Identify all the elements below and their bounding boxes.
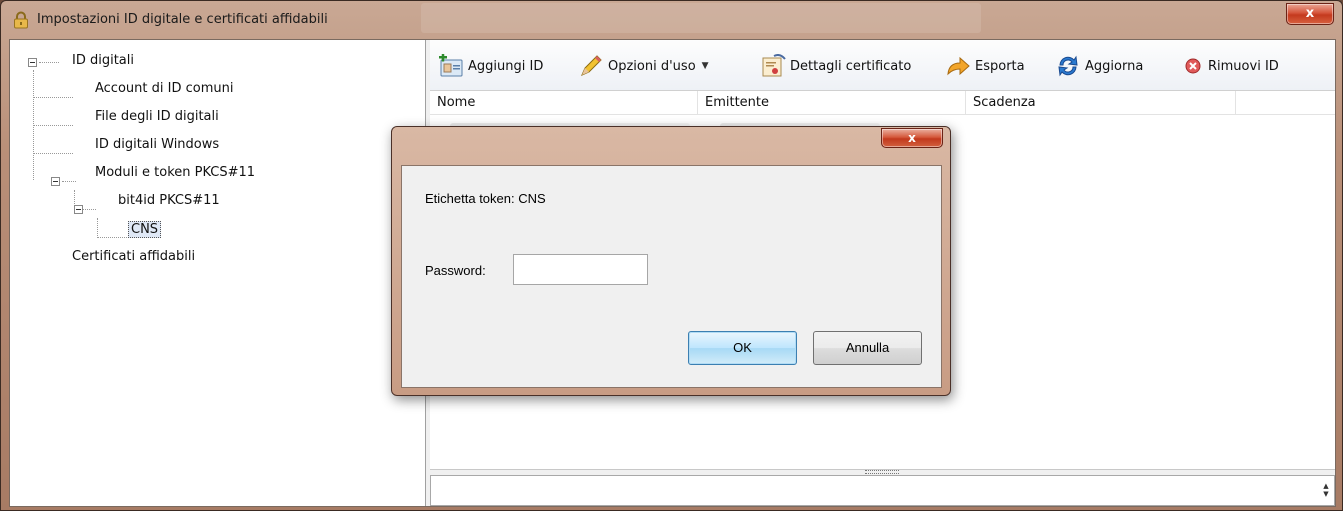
export-label: Esporta xyxy=(975,58,1025,74)
window-close-button[interactable]: x xyxy=(1286,3,1334,25)
tree-connector xyxy=(97,237,127,238)
pencil-icon xyxy=(578,54,604,78)
dialog-body: Etichetta token: CNS Password: OK Annull… xyxy=(401,165,942,388)
column-header-nome[interactable]: Nome xyxy=(430,91,698,115)
spin-arrows-icon[interactable]: ▲ ▼ xyxy=(1321,482,1331,498)
collapse-icon[interactable] xyxy=(51,177,60,186)
window-title: Impostazioni ID digitale e certificati a… xyxy=(37,12,328,27)
lock-icon xyxy=(12,11,30,29)
collapse-icon[interactable] xyxy=(74,205,83,214)
tree-item-file-id-digitali[interactable]: File degli ID digitali xyxy=(95,109,219,124)
detail-panel[interactable]: ▲ ▼ xyxy=(430,475,1335,506)
dialog-close-button[interactable]: x xyxy=(881,128,943,148)
tree-item-account-id-comuni[interactable]: Account di ID comuni xyxy=(95,81,233,96)
usage-options-label: Opzioni d'uso xyxy=(608,58,696,74)
add-id-label: Aggiungi ID xyxy=(468,58,544,74)
tree-connector xyxy=(33,97,73,98)
password-input[interactable] xyxy=(513,254,648,285)
column-header-scadenza[interactable]: Scadenza xyxy=(966,91,1236,115)
export-button[interactable]: Esporta xyxy=(945,54,1025,78)
tree-connector xyxy=(62,181,76,182)
tree-item-id-digitali-windows[interactable]: ID digitali Windows xyxy=(95,137,219,152)
toolbar: Aggiungi ID Opzioni d'uso ▼ Dettagli cer… xyxy=(430,40,1335,91)
tree-pane: ID digitali Account di ID comuni File de… xyxy=(10,40,426,506)
tree-connector xyxy=(33,125,73,126)
export-arrow-icon xyxy=(945,54,971,78)
usage-options-button[interactable]: Opzioni d'uso ▼ xyxy=(578,54,709,78)
tree-connector xyxy=(97,218,98,238)
tree-item-bit4id-pkcs11[interactable]: bit4id PKCS#11 xyxy=(118,193,220,208)
add-id-button[interactable]: Aggiungi ID xyxy=(438,53,544,78)
refresh-icon xyxy=(1055,54,1081,78)
tree-item-id-digitali[interactable]: ID digitali xyxy=(72,53,134,68)
splitter-grip-icon xyxy=(865,470,899,474)
ok-button[interactable]: OK xyxy=(688,331,797,365)
remove-id-label: Rimuovi ID xyxy=(1208,58,1279,74)
chevron-down-icon: ▼ xyxy=(701,61,709,71)
tree-connector xyxy=(39,62,59,63)
remove-id-button[interactable]: Rimuovi ID xyxy=(1182,54,1279,78)
tree-item-certificati-affidabili[interactable]: Certificati affidabili xyxy=(72,249,195,264)
password-label: Password: xyxy=(425,263,486,278)
certificate-details-label: Dettagli certificato xyxy=(790,58,912,74)
password-dialog: x Etichetta token: CNS Password: OK Annu… xyxy=(391,126,951,396)
list-column-header: Nome Emittente Scadenza xyxy=(430,91,1335,115)
refresh-label: Aggiorna xyxy=(1085,58,1144,74)
collapse-icon[interactable] xyxy=(28,58,37,67)
title-bar[interactable]: Impostazioni ID digitale e certificati a… xyxy=(1,1,1342,39)
cancel-button[interactable]: Annulla xyxy=(813,331,922,365)
background-window-ghost xyxy=(421,3,981,33)
refresh-button[interactable]: Aggiorna xyxy=(1055,54,1143,78)
add-id-icon xyxy=(438,53,464,78)
certificate-icon xyxy=(760,54,786,78)
token-label: Etichetta token: CNS xyxy=(425,191,546,206)
remove-icon xyxy=(1182,54,1204,78)
certificate-details-button[interactable]: Dettagli certificato xyxy=(760,54,911,78)
tree-connector xyxy=(33,153,73,154)
column-header-emittente[interactable]: Emittente xyxy=(698,91,966,115)
tree-item-cns[interactable]: CNS xyxy=(128,221,162,238)
tree-item-moduli-token-pkcs11[interactable]: Moduli e token PKCS#11 xyxy=(95,165,255,180)
